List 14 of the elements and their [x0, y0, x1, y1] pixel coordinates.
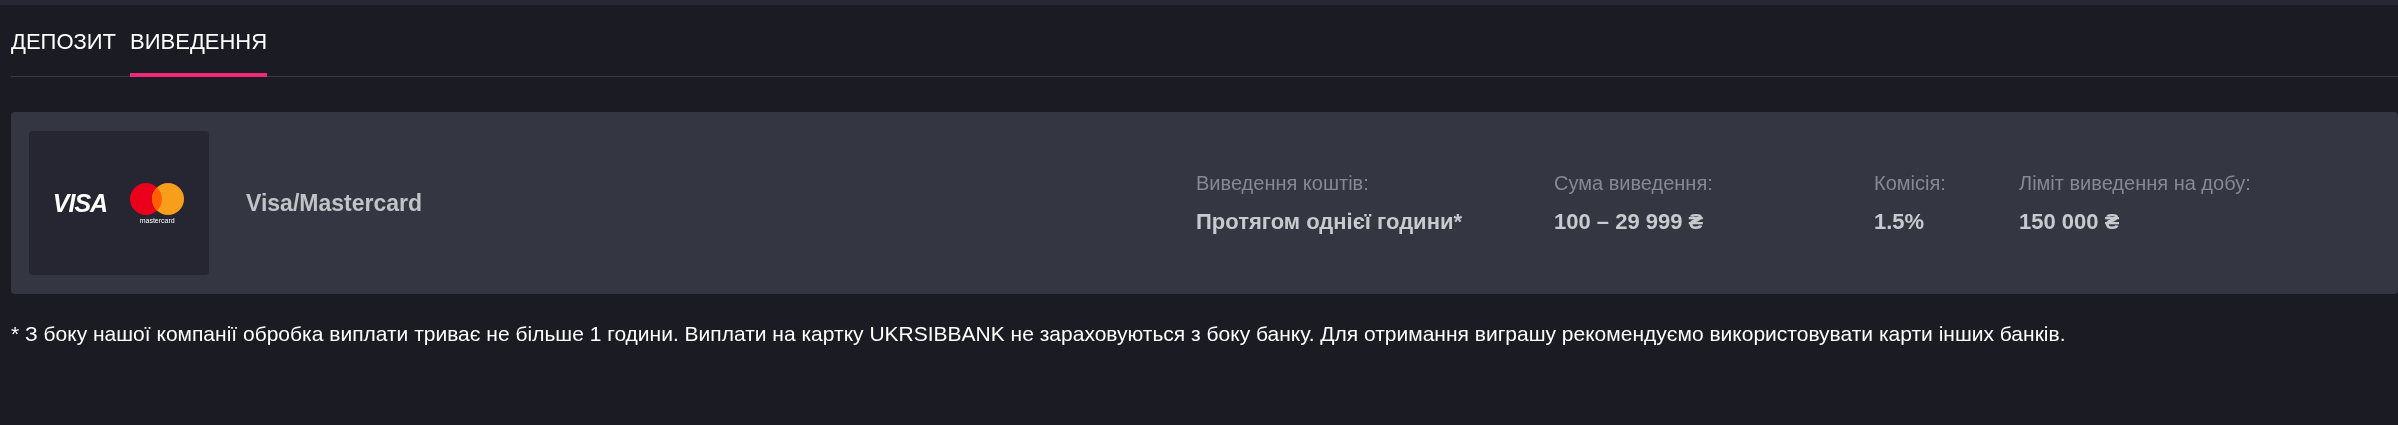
- mastercard-circles-icon: [129, 182, 186, 216]
- detail-label: Комісія:: [1874, 171, 1946, 195]
- detail-value: 150 000 ₴: [2019, 208, 2120, 235]
- detail-label: Виведення коштів:: [1196, 171, 1369, 195]
- method-name: Visa/Mastercard: [246, 189, 423, 217]
- tab[interactable]: ВИВЕДЕННЯ: [130, 29, 268, 77]
- detail-value: 1.5%: [1874, 208, 1925, 235]
- detail-value: Протягом однієї години*: [1196, 208, 1462, 235]
- footnote: * З боку нашої компанії обробка виплати триває не більше 1 години. Виплати на картку UKRSIBBANK не зараховуються з боку банку. Для отримання виграшу рекомендуємо використовувати карти інших банків.: [11, 321, 2067, 347]
- visa-logo: VISA: [52, 188, 108, 218]
- detail-label: Сума виведення:: [1554, 171, 1713, 195]
- tab[interactable]: ДЕПОЗИТ: [11, 29, 117, 77]
- detail-label: Ліміт виведення на добу:: [2019, 171, 2251, 195]
- detail-value: 100 – 29 999 ₴: [1554, 208, 1704, 235]
